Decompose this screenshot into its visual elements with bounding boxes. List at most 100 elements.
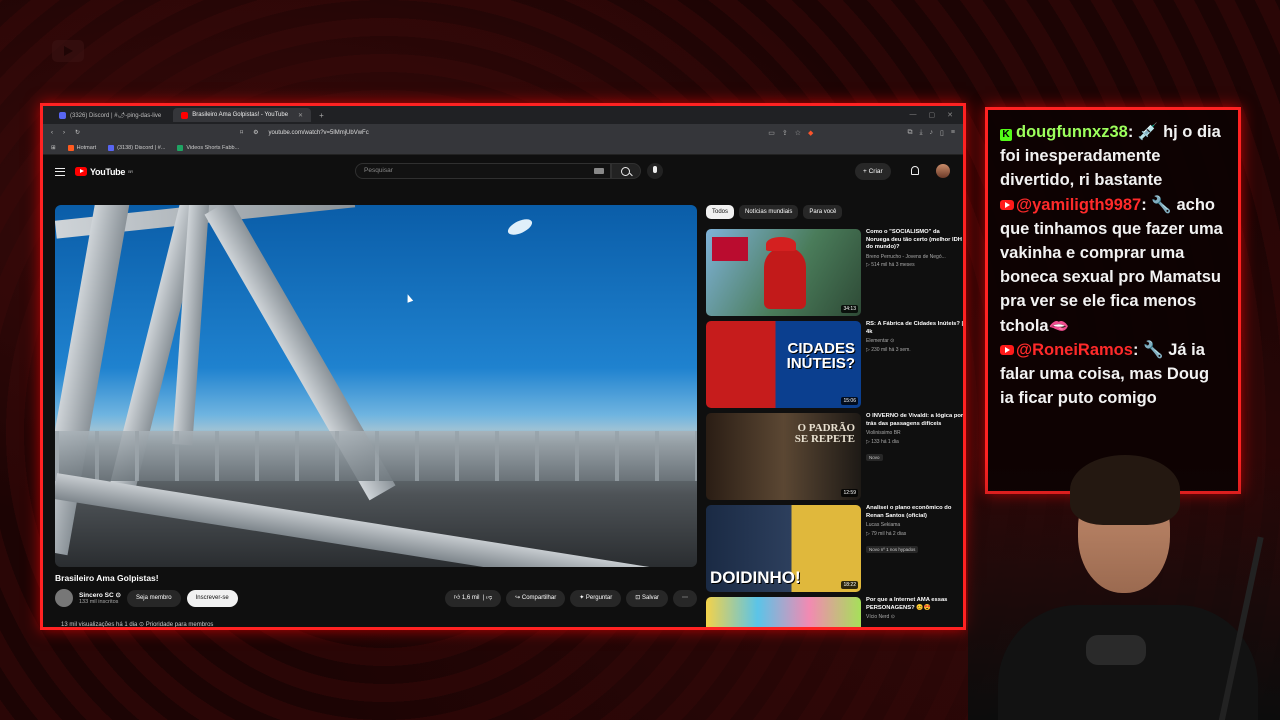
recommendation-item[interactable]: 34:13 Como o "SOCIALISMO" da Noruega deu… — [706, 229, 963, 321]
channel-name[interactable]: Sincero SC ⊙ — [79, 591, 121, 599]
maximize-icon[interactable]: ▢ — [929, 111, 936, 119]
create-button[interactable]: + Criar — [855, 163, 891, 180]
tab-youtube[interactable]: Brasileiro Ama Golpistas! - YouTube ✕ — [173, 108, 312, 122]
close-tab-icon[interactable]: ✕ — [298, 112, 303, 119]
recommendation-item[interactable]: DOIDINHO! 18:22 Analisei o plano econômi… — [706, 505, 963, 597]
bookmark-discord[interactable]: (3138) Discord | #... — [108, 144, 165, 151]
video-frame-railing — [55, 431, 697, 481]
sidebar-icon[interactable]: ▯ — [940, 129, 944, 137]
new-tab-icon[interactable]: + — [319, 111, 324, 120]
chat-message: Kdougfunnxz38: 💉 hj o dia foi inesperada… — [1000, 123, 1221, 190]
bookmark-icon[interactable]: ⌑ — [240, 129, 243, 136]
chip-all[interactable]: Todos — [706, 205, 735, 219]
rec-title[interactable]: Analisei o plano econômico do Renan Sant… — [866, 505, 963, 520]
views-line: 13 mil visualizações há 1 dia ⊙ Priorida… — [61, 622, 214, 628]
verified-icon: ⊙ — [115, 592, 121, 599]
wrench-badge-icon: 🔧 — [1143, 340, 1164, 359]
video-frame-cloud — [505, 216, 535, 238]
chip-for-you[interactable]: Para você — [803, 205, 843, 219]
bookmark-hotmart[interactable]: Hotmart — [67, 144, 96, 151]
cast-icon[interactable]: ▭ — [768, 129, 775, 137]
extensions-icon[interactable]: ⧉ — [907, 129, 912, 137]
subscribe-button[interactable]: Inscrever-se — [186, 589, 238, 607]
video-thumbnail[interactable]: CIDADES INÚTEIS? 15:06 — [706, 321, 861, 408]
star-icon[interactable]: ☆ — [795, 129, 801, 137]
syringe-badge-icon: 💉 — [1137, 123, 1159, 141]
forward-icon[interactable]: › — [63, 130, 65, 136]
bookmark-videos-shorts[interactable]: Videos Shorts Fabb... — [177, 144, 239, 151]
discord-icon — [59, 111, 66, 119]
bookmark-icon: ⊡ — [635, 594, 641, 601]
chat-username: dougfunnxz38 — [1016, 123, 1128, 141]
rec-meta: ▷ 133 há 1 dia — [866, 438, 899, 445]
rec-title[interactable]: O INVERNO de Vivaldi: a lógica por trás … — [866, 413, 963, 428]
duration-badge: 34:13 — [841, 305, 858, 313]
address-bar: ‹ › ↻ ⌑ ⚙ youtube.com/watch?v=5lMmjUbVwF… — [43, 124, 963, 141]
account-avatar[interactable] — [936, 164, 950, 178]
thumbs-down-icon[interactable]: | 👎︎ — [481, 595, 492, 601]
search-icon[interactable] — [611, 163, 641, 179]
new-badge: Novo nº 1 nos hypados — [866, 545, 919, 553]
share-icon[interactable]: ⇪ — [782, 129, 788, 137]
tab-strip: (3326) Discord | #🌶-ping-das-live Brasil… — [43, 106, 963, 124]
music-icon[interactable]: ♪ — [930, 129, 934, 137]
site-info-icon[interactable]: ⚙ — [253, 129, 258, 136]
recommendation-item[interactable]: CIDADES INÚTEIS? 15:06 RS: A Fábrica de … — [706, 321, 963, 413]
share-icon: ↪ — [515, 594, 521, 601]
reload-icon[interactable]: ↻ — [75, 129, 80, 136]
join-button[interactable]: Seja membro — [126, 589, 181, 607]
tab-discord[interactable]: (3326) Discord | #🌶-ping-das-live — [51, 108, 169, 122]
rec-channel[interactable]: Lucas Sekiama — [866, 522, 963, 529]
video-thumbnail[interactable] — [706, 597, 861, 627]
chat-username: @yamiligth9987 — [1016, 195, 1142, 214]
chip-world-news[interactable]: Notícias mundiais — [739, 205, 799, 219]
url-field[interactable]: youtube.com/watch?v=5lMmjUbVwFc — [269, 130, 369, 136]
hamburger-menu-icon[interactable] — [55, 167, 65, 176]
recommendation-item[interactable]: O PADRÃO SE REPETE 12:59 O INVERNO de Vi… — [706, 413, 963, 505]
rec-channel[interactable]: Vício Nerd ⊙ — [866, 614, 963, 621]
share-button[interactable]: ↪ Compartilhar — [506, 589, 566, 607]
video-player[interactable] — [55, 205, 697, 567]
channel-avatar[interactable] — [55, 589, 73, 607]
apps-icon[interactable]: ⊞ — [51, 145, 56, 151]
microphone-icon — [1086, 635, 1146, 665]
rec-channel[interactable]: Breno Perrucho - Jovens de Negó... — [866, 254, 963, 261]
menu-icon[interactable]: ≡ — [951, 129, 955, 137]
microphone-icon[interactable] — [647, 163, 663, 179]
youtube-header: YouTube BR Pesquisar + Criar — [43, 155, 963, 188]
rec-channel[interactable]: Violinissimo BR — [866, 430, 963, 437]
youtube-icon — [1000, 199, 1014, 210]
live-chat-overlay: Kdougfunnxz38: 💉 hj o dia foi inesperada… — [985, 107, 1241, 494]
thumbs-up-icon: 👍︎ — [453, 594, 461, 601]
close-window-icon[interactable]: ✕ — [947, 111, 953, 119]
streamer-webcam — [968, 455, 1280, 720]
sheets-icon — [177, 144, 184, 151]
notifications-bell-icon[interactable] — [911, 166, 919, 175]
like-button[interactable]: 👍︎ 1,6 mil | 👎︎ — [444, 589, 502, 607]
search-input[interactable]: Pesquisar — [355, 163, 611, 179]
video-thumbnail[interactable]: 34:13 — [706, 229, 861, 316]
duration-badge: 18:22 — [841, 581, 858, 589]
rec-title[interactable]: RS: A Fábrica de Cidades Inúteis? | 4k — [866, 321, 963, 336]
minimize-icon[interactable]: — — [910, 111, 917, 119]
rec-title[interactable]: Por que a Internet AMA essas PERSONAGENS… — [866, 597, 963, 612]
more-actions-icon[interactable]: ⋯ — [673, 589, 697, 607]
back-icon[interactable]: ‹ — [51, 130, 53, 136]
ask-button[interactable]: ✦ Perguntar — [570, 589, 622, 607]
rec-meta: ▷ 230 mil há 3 sem. — [866, 346, 911, 353]
video-thumbnail[interactable]: O PADRÃO SE REPETE 12:59 — [706, 413, 861, 500]
rec-title[interactable]: Como o "SOCIALISMO" da Noruega deu tão c… — [866, 229, 963, 252]
rec-meta: ▷ 79 mil há 2 dias — [866, 530, 907, 537]
video-thumbnail[interactable]: DOIDINHO! 18:22 — [706, 505, 861, 592]
discord-icon — [108, 144, 115, 151]
thumb-text: O PADRÃO SE REPETE — [794, 422, 855, 445]
sparkle-icon: ✦ — [579, 594, 585, 601]
youtube-logo[interactable]: YouTube BR — [75, 167, 133, 177]
download-icon[interactable]: ⤓ — [919, 129, 922, 137]
save-button[interactable]: ⊡ Salvar — [626, 589, 668, 607]
rec-channel[interactable]: Elementar ⊙ — [866, 338, 963, 345]
brave-shield-icon[interactable]: ◆ — [808, 129, 813, 137]
keyboard-icon[interactable] — [594, 168, 604, 174]
search-placeholder: Pesquisar — [364, 167, 393, 174]
recommendation-item[interactable]: Por que a Internet AMA essas PERSONAGENS… — [706, 597, 963, 627]
